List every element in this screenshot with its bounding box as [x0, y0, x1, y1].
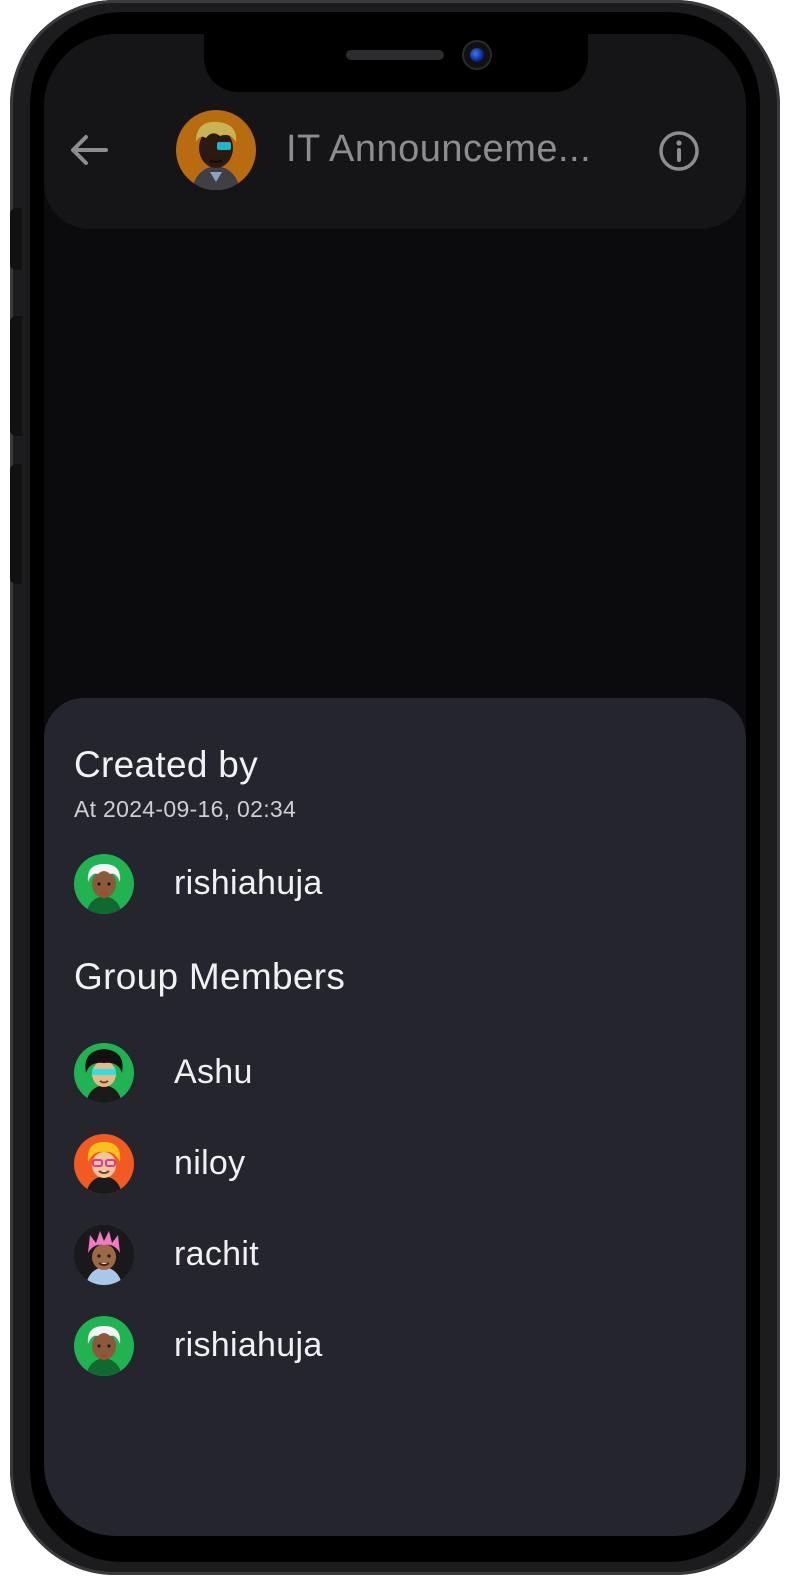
speaker-grille	[346, 50, 444, 60]
avatar-icon	[74, 1225, 134, 1285]
created-by-heading: Created by	[74, 744, 258, 785]
member-row-rishiahuja[interactable]: rishiahuja	[74, 1316, 714, 1378]
avatar	[74, 1134, 134, 1194]
group-title[interactable]: IT Announceme...	[286, 128, 616, 171]
avatar-icon	[74, 854, 134, 914]
volume-down-button	[10, 464, 22, 584]
creator-row[interactable]: rishiahuja	[74, 854, 714, 916]
member-name: rachit	[174, 1235, 259, 1273]
avatar-icon	[74, 1043, 134, 1103]
member-row-ashu[interactable]: Ashu	[74, 1043, 714, 1105]
avatar	[74, 1225, 134, 1285]
avatar	[74, 1043, 134, 1103]
member-name: rishiahuja	[174, 1326, 323, 1364]
member-name: Ashu	[174, 1053, 253, 1091]
app-screen: IT Announceme... Created by At 2024-09-1…	[44, 34, 746, 1536]
info-button[interactable]	[658, 130, 700, 172]
avatar	[74, 1316, 134, 1376]
group-info-sheet: Created by At 2024-09-16, 02:34 rishiahu…	[44, 698, 746, 1536]
avatar-icon	[74, 1134, 134, 1194]
front-camera	[464, 42, 490, 68]
arrow-left-icon	[71, 135, 108, 165]
created-timestamp: At 2024-09-16, 02:34	[74, 796, 297, 822]
info-circle-icon	[659, 131, 699, 171]
member-name: rishiahuja	[174, 864, 323, 902]
mute-switch	[10, 208, 22, 270]
member-name: niloy	[174, 1144, 246, 1182]
group-members-heading: Group Members	[74, 956, 346, 997]
member-row-rachit[interactable]: rachit	[74, 1225, 714, 1287]
member-row-niloy[interactable]: niloy	[74, 1134, 714, 1196]
group-avatar-icon	[176, 110, 256, 190]
avatar-icon	[74, 1316, 134, 1376]
back-button[interactable]	[66, 130, 112, 170]
avatar	[74, 854, 134, 914]
volume-up-button	[10, 316, 22, 436]
notch	[204, 34, 588, 92]
group-avatar[interactable]	[176, 110, 256, 190]
